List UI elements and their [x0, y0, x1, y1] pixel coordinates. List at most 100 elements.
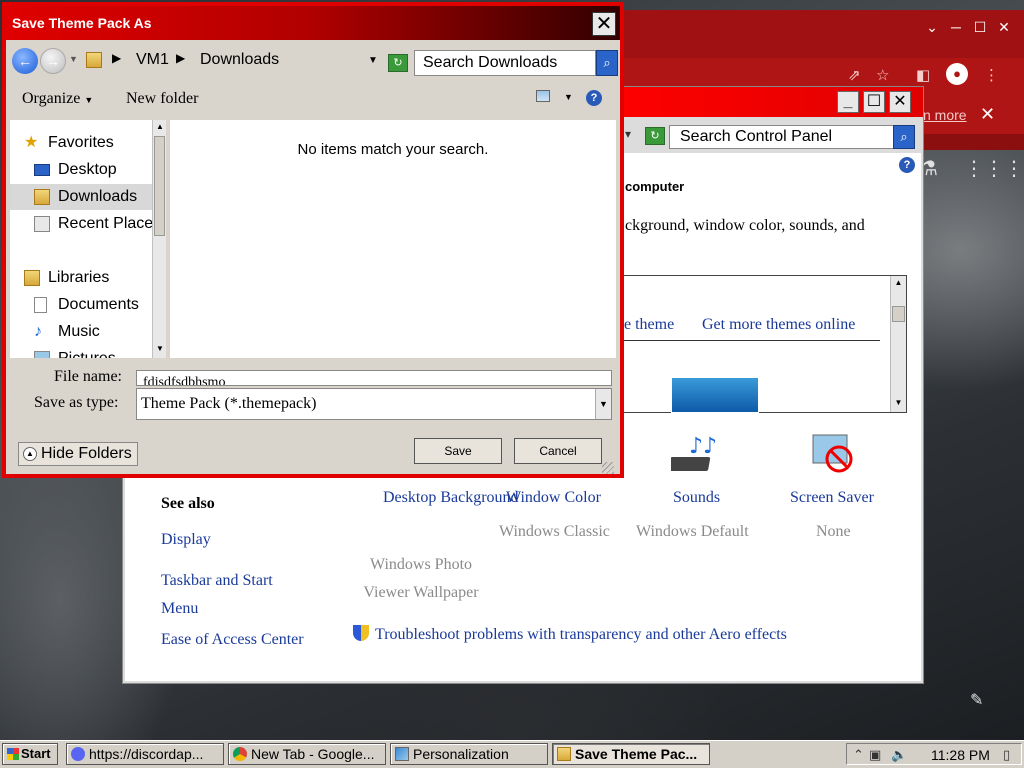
- nav-item-documents[interactable]: Documents: [10, 292, 150, 318]
- breadcrumb-downloads[interactable]: Downloads: [200, 51, 279, 69]
- address-dropdown-icon[interactable]: ▼: [368, 55, 378, 66]
- minimize-icon[interactable]: _: [837, 91, 859, 113]
- views-dropdown-icon[interactable]: ▼: [564, 92, 573, 102]
- side-panel-icon[interactable]: ◧: [916, 66, 930, 84]
- navigation-pane[interactable]: ★ Favorites Desktop Downloads Recent Pla…: [10, 120, 166, 358]
- back-arrow-icon[interactable]: ←: [12, 48, 38, 74]
- scroll-up-icon[interactable]: ▲: [154, 120, 166, 134]
- nav-item-pictures[interactable]: Pictures: [10, 346, 150, 358]
- windows-logo-icon: [7, 748, 19, 760]
- save-theme-link[interactable]: e theme: [624, 316, 674, 334]
- search-input[interactable]: Search Downloads: [414, 50, 596, 76]
- file-name-input[interactable]: fdjsdfsdbhsmo: [136, 370, 612, 386]
- chevron-down-icon[interactable]: ▼: [595, 389, 611, 419]
- breadcrumb-vm1[interactable]: VM1: [136, 51, 169, 69]
- share-icon[interactable]: ⇗: [848, 66, 861, 84]
- cancel-button[interactable]: Cancel: [514, 438, 602, 464]
- refresh-icon[interactable]: ↻: [388, 54, 408, 72]
- close-icon[interactable]: ✕: [990, 16, 1018, 38]
- breadcrumb[interactable]: ▶ VM1 ▶ Downloads ▼: [82, 48, 382, 74]
- nav-item-favorites[interactable]: ★ Favorites: [10, 130, 150, 156]
- scroll-thumb[interactable]: [892, 306, 905, 322]
- nav-item-music[interactable]: ♪ Music: [10, 319, 150, 345]
- recent-places-icon: [34, 216, 50, 232]
- scroll-down-icon[interactable]: ▼: [154, 342, 166, 356]
- nav-item-downloads[interactable]: Downloads: [10, 184, 152, 210]
- maximize-icon[interactable]: ☐: [863, 91, 885, 113]
- scroll-down-icon[interactable]: ▼: [892, 396, 905, 410]
- start-button[interactable]: Start: [2, 743, 58, 765]
- taskbar-item-personalization[interactable]: Personalization: [390, 743, 548, 765]
- theme-thumbnail[interactable]: [671, 377, 759, 413]
- file-list-pane[interactable]: No items match your search.: [170, 120, 616, 358]
- taskbar-start-menu-link[interactable]: Taskbar and Start Menu: [161, 567, 301, 623]
- close-icon[interactable]: ✕: [889, 91, 911, 113]
- save-button[interactable]: Save: [414, 438, 502, 464]
- close-icon[interactable]: ✕: [592, 12, 616, 36]
- taskbar-item-chrome[interactable]: New Tab - Google...: [228, 743, 386, 765]
- desktop-background-link[interactable]: Desktop Background: [383, 489, 519, 507]
- views-icon[interactable]: [536, 90, 550, 102]
- profile-avatar-icon[interactable]: ●: [946, 63, 968, 85]
- resize-grip[interactable]: [602, 462, 614, 474]
- downloads-folder-icon: [34, 189, 50, 205]
- display-link[interactable]: Display: [161, 531, 211, 549]
- start-label: Start: [21, 746, 51, 761]
- hide-folders-button[interactable]: ▲ Hide Folders: [18, 442, 138, 466]
- themes-list[interactable]: ▲ ▼ e theme Get more themes online: [623, 275, 907, 413]
- dialog-titlebar[interactable]: Save Theme Pack As ✕: [6, 6, 620, 40]
- star-icon[interactable]: ☆: [876, 66, 889, 84]
- sounds-link[interactable]: Sounds: [673, 489, 720, 507]
- nav-label: Music: [58, 323, 100, 340]
- shield-icon: [353, 625, 369, 641]
- scroll-thumb[interactable]: [154, 136, 165, 236]
- infobar-close-icon[interactable]: ✕: [980, 104, 995, 125]
- help-icon[interactable]: ?: [586, 90, 602, 106]
- scroll-up-icon[interactable]: ▲: [892, 276, 905, 290]
- get-more-themes-link[interactable]: Get more themes online: [702, 316, 855, 334]
- save-type-value: Theme Pack (*.themepack): [141, 395, 317, 412]
- taskbar-item-save-theme[interactable]: Save Theme Pac...: [552, 743, 710, 765]
- chrome-icon: [233, 747, 247, 761]
- refresh-icon[interactable]: ↻: [645, 127, 665, 145]
- task-label: Save Theme Pac...: [575, 746, 698, 762]
- control-panel-icon: [395, 747, 409, 761]
- nav-item-recent-places[interactable]: Recent Places: [10, 211, 161, 237]
- learn-more-link[interactable]: n more: [923, 107, 967, 123]
- window-color-link[interactable]: Window Color: [506, 489, 601, 507]
- screen-saver-link[interactable]: Screen Saver: [790, 489, 874, 507]
- search-icon[interactable]: ⌕: [893, 125, 915, 149]
- nav-item-libraries[interactable]: Libraries: [10, 265, 150, 291]
- ease-of-access-link[interactable]: Ease of Access Center: [161, 631, 304, 649]
- nav-label: Documents: [58, 296, 139, 313]
- taskbar-item-discord[interactable]: https://discordap...: [66, 743, 224, 765]
- nav-scrollbar[interactable]: ▲ ▼: [152, 120, 166, 358]
- search-icon[interactable]: ⌕: [596, 50, 618, 76]
- cp-search-input[interactable]: Search Control Panel: [669, 125, 895, 149]
- organize-label: Organize: [22, 90, 81, 107]
- chevron-up-icon[interactable]: ⌃: [853, 747, 864, 763]
- breadcrumb-arrow-icon[interactable]: ▶: [176, 51, 185, 65]
- show-desktop-icon[interactable]: ▯: [1003, 747, 1010, 763]
- new-folder-button[interactable]: New folder: [126, 90, 198, 108]
- save-type-select[interactable]: Theme Pack (*.themepack) ▼: [136, 388, 612, 420]
- history-dropdown-icon[interactable]: ▼: [69, 54, 78, 64]
- menu-dots-icon[interactable]: ⋮: [984, 66, 999, 84]
- edit-pencil-icon[interactable]: ✎: [970, 690, 983, 710]
- forward-arrow-icon[interactable]: →: [40, 48, 66, 74]
- nav-item-desktop[interactable]: Desktop: [10, 157, 150, 183]
- volume-muted-icon[interactable]: 🔈: [891, 747, 907, 763]
- organize-button[interactable]: Organize ▼: [22, 90, 93, 108]
- themes-scrollbar[interactable]: ▲ ▼: [890, 276, 906, 412]
- address-dropdown-icon[interactable]: ▾: [625, 127, 631, 141]
- chevron-up-icon: ▲: [23, 447, 37, 461]
- clock[interactable]: 11:28 PM: [931, 747, 990, 763]
- breadcrumb-arrow-icon[interactable]: ▶: [112, 51, 121, 65]
- apps-grid-icon[interactable]: ⋮⋮⋮: [964, 156, 1024, 181]
- sounds-icon[interactable]: ♪♪: [668, 431, 723, 479]
- screen-saver-icon[interactable]: [809, 431, 861, 479]
- troubleshoot-link[interactable]: Troubleshoot problems with transparency …: [375, 626, 787, 644]
- help-icon[interactable]: ?: [899, 157, 915, 173]
- libraries-icon: [24, 270, 40, 286]
- network-icon[interactable]: ▣: [869, 747, 881, 763]
